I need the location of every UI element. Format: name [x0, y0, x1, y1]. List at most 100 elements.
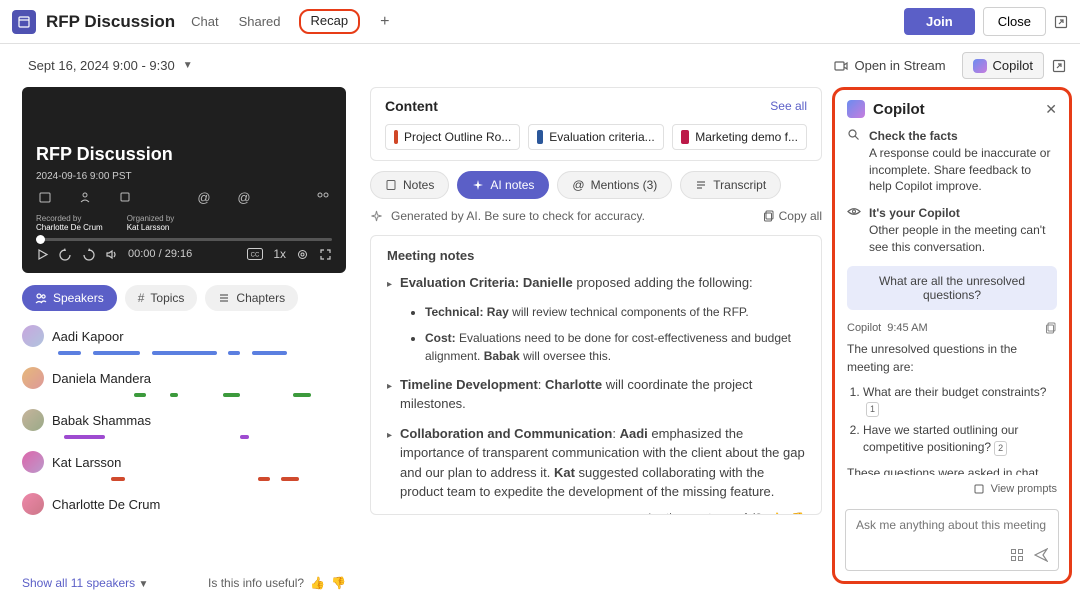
speaker-timeline[interactable]	[52, 351, 346, 357]
copilot-list-item: Have we started outlining our competitiv…	[863, 422, 1057, 456]
apps-icon[interactable]	[1010, 548, 1024, 562]
recorded-by-label: Recorded by	[36, 214, 81, 223]
video-time: 00:00 / 29:16	[128, 248, 192, 260]
speaker-row[interactable]: Daniela Mandera	[22, 367, 346, 389]
speaker-row[interactable]: Kat Larsson	[22, 451, 346, 473]
topics-chip[interactable]: #Topics	[125, 285, 198, 311]
video-player[interactable]: RFP Discussion 2024-09-16 9:00 PST @ @ R…	[22, 87, 346, 273]
svg-text:CC: CC	[251, 253, 260, 259]
meeting-notes: Meeting notes ▸Evaluation Criteria: Dani…	[370, 235, 822, 515]
magnifier-icon	[847, 128, 861, 195]
skip-fwd-icon[interactable]	[82, 248, 95, 261]
fullscreen-icon[interactable]	[319, 248, 332, 261]
check-facts-body: A response could be inaccurate or incomp…	[869, 146, 1050, 194]
content-title: Content	[385, 98, 438, 114]
copilot-timestamp: 9:45 AM	[887, 322, 927, 334]
speed-button[interactable]: 1x	[273, 247, 286, 261]
note-item[interactable]: ▸Collaboration and Communication: Aadi e…	[387, 424, 805, 502]
copilot-body: Check the facts A response could be inacc…	[835, 128, 1069, 475]
speakers-chip[interactable]: Speakers	[22, 285, 117, 311]
file-item[interactable]: Marketing demo f...	[672, 124, 807, 150]
open-in-stream-button[interactable]: Open in Stream	[826, 54, 953, 77]
note-bullet: Technical: Ray will review technical com…	[425, 303, 805, 321]
speaker-row[interactable]: Aadi Kapoor	[22, 325, 346, 347]
header-title: RFP Discussion	[46, 12, 175, 32]
file-item[interactable]: Evaluation criteria...	[528, 124, 663, 150]
speaker-timeline[interactable]	[52, 435, 346, 441]
avatar	[22, 409, 44, 431]
transcript-icon	[695, 179, 707, 191]
recorded-by: Charlotte De Crum	[36, 223, 103, 232]
chevron-right-icon: ▸	[387, 379, 392, 414]
ai-notes-tab[interactable]: AI notes	[457, 171, 549, 199]
ai-disclaimer-text: Generated by AI. Be sure to check for ac…	[391, 209, 645, 223]
join-button[interactable]: Join	[904, 8, 975, 35]
video-scrubber[interactable]	[36, 238, 332, 241]
tab-chat[interactable]: Chat	[189, 10, 220, 33]
popout-icon[interactable]	[1052, 59, 1066, 73]
thumbs-up-icon[interactable]: 👍	[310, 576, 325, 590]
app-header: RFP Discussion Chat Shared Recap + Join …	[0, 0, 1080, 44]
check-facts-heading: Check the facts	[869, 129, 958, 143]
note-bullet: Cost: Evaluations need to be done for co…	[425, 329, 805, 365]
copilot-input[interactable]	[856, 518, 1048, 532]
main-content: RFP Discussion 2024-09-16 9:00 PST @ @ R…	[0, 87, 1080, 590]
show-all-speakers-link[interactable]: Show all 11 speakers ▼	[22, 576, 148, 590]
copilot-label: Copilot	[993, 58, 1033, 73]
notes-heading: Meeting notes	[387, 248, 805, 263]
skip-back-icon[interactable]	[59, 248, 72, 261]
content-card: Content See all Project Outline Ro... Ev…	[370, 87, 822, 161]
view-prompts-button[interactable]: View prompts	[835, 475, 1069, 503]
tab-recap[interactable]: Recap	[299, 9, 361, 34]
popout-icon[interactable]	[1054, 15, 1068, 29]
mention-icon: @	[572, 178, 584, 192]
note-item[interactable]: ▸Timeline Development: Charlotte will co…	[387, 375, 805, 414]
file-item[interactable]: Project Outline Ro...	[385, 124, 520, 150]
mention-icon: @	[195, 188, 213, 206]
play-icon[interactable]	[36, 248, 49, 261]
settings-icon[interactable]	[296, 248, 309, 261]
close-button[interactable]: Close	[983, 7, 1046, 36]
speakers-list: Aadi Kapoor Daniela Mandera Babak Shamma…	[22, 325, 346, 570]
sparkle-icon	[472, 179, 484, 191]
copy-all-button[interactable]: Copy all	[763, 209, 822, 223]
thumbs-down-icon[interactable]: 👎	[331, 576, 346, 590]
mentions-tab[interactable]: @Mentions (3)	[557, 171, 672, 199]
copilot-suggestion[interactable]: What are all the unresolved questions?	[847, 266, 1057, 310]
copilot-panel: Copilot ✕ Check the factsA response coul…	[832, 87, 1072, 584]
sparkle-icon	[370, 210, 383, 223]
thumbs-up-icon[interactable]: 👍	[770, 512, 784, 516]
copy-icon[interactable]	[1045, 322, 1057, 334]
avatar	[22, 451, 44, 473]
volume-icon[interactable]	[105, 248, 118, 261]
add-tab-button[interactable]: +	[380, 13, 389, 31]
notes-useful-label: Are these notes useful?	[646, 512, 762, 516]
avatar	[22, 367, 44, 389]
left-column: RFP Discussion 2024-09-16 9:00 PST @ @ R…	[0, 87, 360, 590]
speaker-timeline[interactable]	[52, 393, 346, 399]
chapters-chip[interactable]: Chapters	[205, 285, 298, 311]
speaker-row[interactable]: Babak Shammas	[22, 409, 346, 431]
copy-icon	[763, 210, 775, 222]
copilot-toggle[interactable]: Copilot	[962, 52, 1044, 79]
tab-shared[interactable]: Shared	[237, 10, 283, 33]
reference-badge[interactable]: 2	[994, 441, 1007, 456]
speaker-row[interactable]: Charlotte De Crum	[22, 493, 346, 515]
note-item[interactable]: ▸Evaluation Criteria: Danielle proposed …	[387, 273, 805, 293]
cc-icon[interactable]: CC	[247, 248, 263, 260]
date-selector[interactable]: Sept 16, 2024 9:00 - 9:30 ▼	[22, 54, 199, 77]
useful-label: Is this info useful?	[208, 576, 304, 590]
reference-badge[interactable]: 1	[866, 402, 879, 417]
speaker-timeline[interactable]	[52, 477, 346, 483]
copilot-input-box[interactable]	[845, 509, 1059, 571]
thumbs-down-icon[interactable]: 👎	[791, 512, 805, 516]
copilot-answer-intro: The unresolved questions in the meeting …	[847, 340, 1057, 376]
notes-tab[interactable]: Notes	[370, 171, 449, 199]
copilot-icon	[973, 59, 987, 73]
see-all-link[interactable]: See all	[770, 99, 807, 113]
send-icon[interactable]	[1034, 548, 1048, 562]
close-icon[interactable]: ✕	[1045, 101, 1057, 118]
chevron-right-icon: ▸	[387, 277, 392, 293]
transcript-tab[interactable]: Transcript	[680, 171, 781, 199]
app-icon	[12, 10, 36, 34]
